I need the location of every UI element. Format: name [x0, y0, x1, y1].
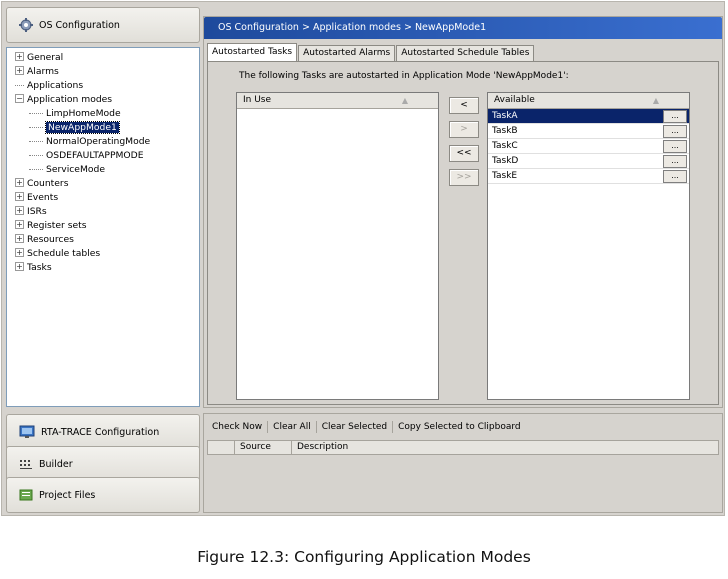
expand-icon[interactable]: + — [15, 234, 24, 243]
tab-autostarted-alarms[interactable]: Autostarted Alarms — [298, 45, 396, 61]
grid-icon — [19, 458, 33, 470]
clear-all-button[interactable]: Clear All — [268, 421, 317, 433]
in-use-column-header[interactable]: In Use ▲ — [237, 93, 438, 109]
copy-selected-button[interactable]: Copy Selected to Clipboard — [393, 421, 525, 433]
expand-icon[interactable]: + — [15, 66, 24, 75]
expand-icon[interactable]: + — [15, 52, 24, 61]
tree-item-mode[interactable]: OSDEFAULTAPPMODE — [15, 149, 199, 163]
files-icon — [19, 488, 33, 502]
tree-connector — [29, 155, 43, 156]
tab-autostarted-tasks[interactable]: Autostarted Tasks — [207, 43, 298, 61]
application-window: OS Configuration + General + Alarms Applic… — [1, 1, 725, 516]
move-left-button[interactable]: < — [449, 97, 479, 114]
results-header: Source Description — [207, 440, 719, 455]
check-results-panel: Check Now Clear All Clear Selected Copy … — [203, 413, 723, 513]
sort-arrow-icon: ▲ — [401, 96, 408, 105]
tree-item-resources[interactable]: + Resources — [15, 233, 199, 247]
figure-caption: Figure 12.3: Configuring Application Mod… — [197, 548, 531, 566]
autostarted-tasks-page: The following Tasks are autostarted in A… — [207, 61, 719, 405]
task-options-button[interactable]: ... — [663, 140, 687, 153]
tasks-description: The following Tasks are autostarted in A… — [239, 71, 569, 81]
tree-item-application-modes[interactable]: − Application modes — [15, 93, 199, 107]
tab-strip: Autostarted Tasks Autostarted Alarms Aut… — [207, 43, 535, 61]
task-options-button[interactable]: ... — [663, 110, 687, 123]
description-column-header[interactable]: Description — [292, 441, 718, 454]
expand-icon[interactable]: + — [15, 206, 24, 215]
available-list[interactable]: Available ▲ TaskA... TaskB... TaskC... T… — [487, 92, 690, 400]
task-options-button[interactable]: ... — [663, 155, 687, 168]
tree-item-events[interactable]: + Events — [15, 191, 199, 205]
tree-item-mode-selected[interactable]: NewAppMode1 — [15, 121, 199, 135]
tree-connector — [29, 113, 43, 114]
expand-icon[interactable]: + — [15, 248, 24, 257]
tree-item-general[interactable]: + General — [15, 51, 199, 65]
tree-connector — [15, 85, 24, 86]
expand-icon[interactable]: + — [15, 220, 24, 229]
rta-trace-configuration-button[interactable]: RTA-TRACE Configuration — [6, 414, 200, 450]
os-configuration-label: OS Configuration — [39, 19, 120, 31]
available-column-header[interactable]: Available ▲ — [488, 93, 689, 109]
tree-item-mode[interactable]: NormalOperatingMode — [15, 135, 199, 149]
tree-item-tasks[interactable]: + Tasks — [15, 261, 199, 275]
list-item[interactable]: TaskD... — [488, 154, 689, 169]
expand-icon[interactable]: + — [15, 192, 24, 201]
breadcrumb: OS Configuration > Application modes > N… — [204, 17, 722, 39]
tree-item-mode[interactable]: LimpHomeMode — [15, 107, 199, 121]
expand-icon[interactable]: + — [15, 262, 24, 271]
expand-icon[interactable]: + — [15, 178, 24, 187]
source-column-header[interactable]: Source — [235, 441, 292, 454]
clear-selected-button[interactable]: Clear Selected — [317, 421, 394, 433]
status-column-header[interactable] — [208, 441, 235, 454]
move-all-right-button[interactable]: >> — [449, 169, 479, 186]
tree-item-mode[interactable]: ServiceMode — [15, 163, 199, 177]
gear-icon — [19, 18, 33, 32]
task-options-button[interactable]: ... — [663, 125, 687, 138]
project-files-button[interactable]: Project Files — [6, 477, 200, 513]
in-use-list[interactable]: In Use ▲ — [236, 92, 439, 400]
collapse-icon[interactable]: − — [15, 94, 24, 103]
tree-connector — [29, 141, 43, 142]
list-item[interactable]: TaskE... — [488, 169, 689, 184]
configuration-tree[interactable]: + General + Alarms Applications − Applicati… — [6, 47, 200, 407]
left-panel: OS Configuration + General + Alarms Applic… — [6, 7, 200, 513]
tree-item-counters[interactable]: + Counters — [15, 177, 199, 191]
main-panel: OS Configuration > Application modes > N… — [203, 16, 723, 408]
check-toolbar: Check Now Clear All Clear Selected Copy … — [207, 418, 526, 436]
tree-item-register-sets[interactable]: + Register sets — [15, 219, 199, 233]
os-configuration-button[interactable]: OS Configuration — [6, 7, 200, 43]
list-item[interactable]: TaskB... — [488, 124, 689, 139]
tree-item-applications[interactable]: Applications — [15, 79, 199, 93]
list-item[interactable]: TaskC... — [488, 139, 689, 154]
sort-arrow-icon: ▲ — [652, 96, 659, 105]
monitor-icon — [19, 425, 35, 439]
check-now-button[interactable]: Check Now — [207, 421, 269, 433]
list-item-selected[interactable]: TaskA... — [488, 109, 689, 124]
tree-item-alarms[interactable]: + Alarms — [15, 65, 199, 79]
tree-connector — [29, 169, 43, 170]
tree-connector — [29, 127, 43, 128]
move-right-button[interactable]: > — [449, 121, 479, 138]
tree-item-isrs[interactable]: + ISRs — [15, 205, 199, 219]
tree-item-schedule-tables[interactable]: + Schedule tables — [15, 247, 199, 261]
results-grid[interactable]: Source Description — [207, 440, 719, 510]
task-options-button[interactable]: ... — [663, 170, 687, 183]
move-all-left-button[interactable]: << — [449, 145, 479, 162]
tab-autostarted-schedule-tables[interactable]: Autostarted Schedule Tables — [396, 45, 535, 61]
